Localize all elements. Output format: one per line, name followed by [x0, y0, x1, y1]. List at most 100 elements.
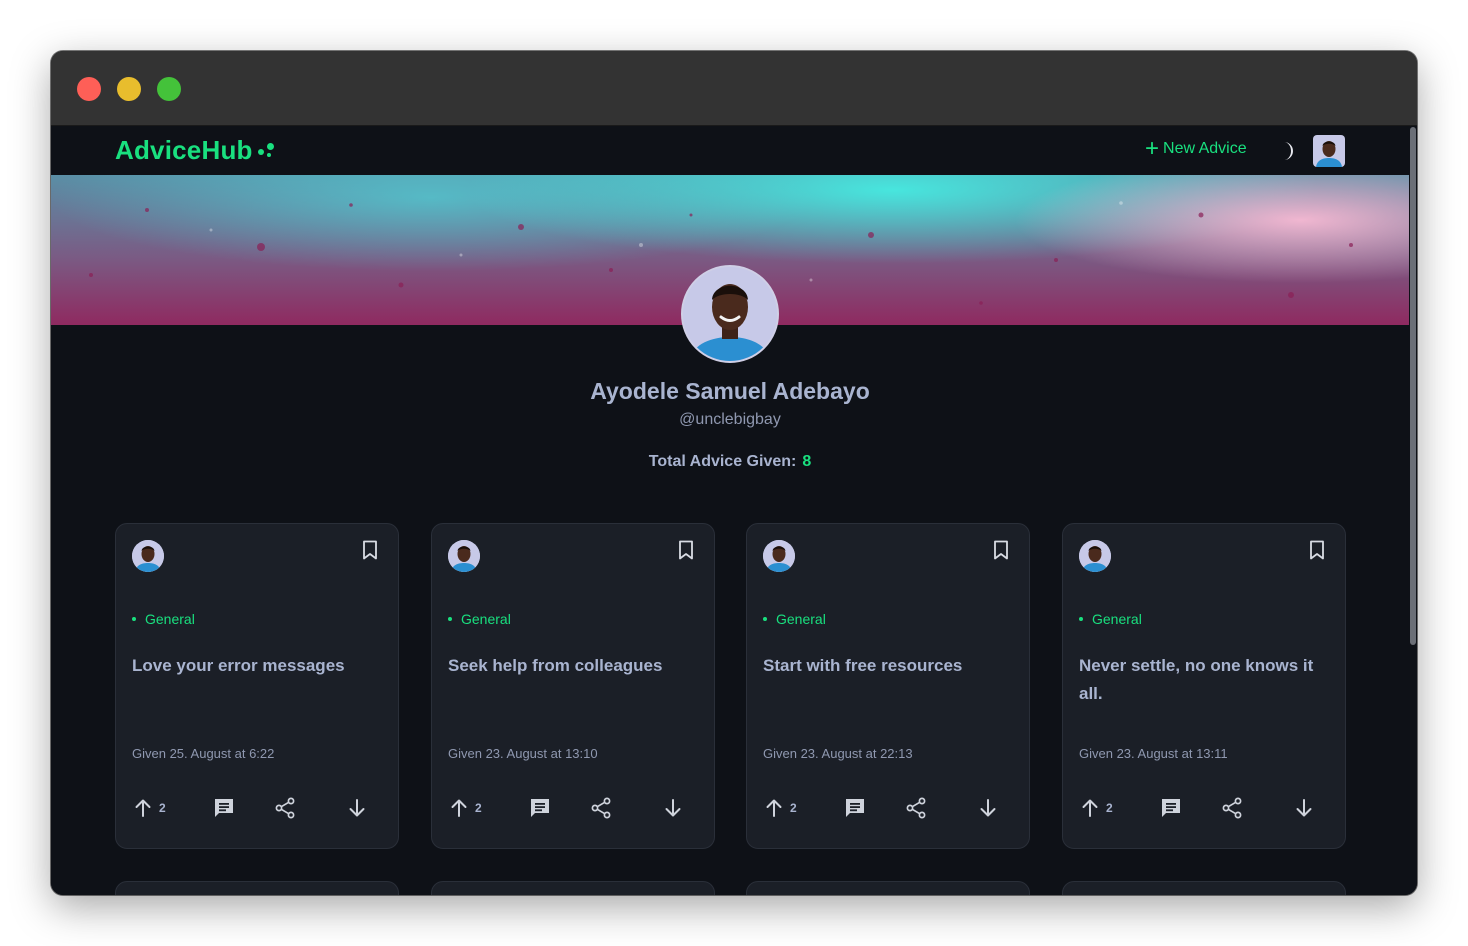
upvote-button[interactable]: 2	[450, 796, 482, 820]
moon-icon[interactable]	[1277, 141, 1297, 161]
minimize-window-button[interactable]	[117, 77, 141, 101]
share-icon	[275, 797, 295, 819]
upvote-count: 2	[159, 801, 166, 815]
profile-handle: @unclebigbay	[679, 411, 781, 428]
advice-card-partial[interactable]	[746, 881, 1030, 895]
card-tag[interactable]: General	[763, 611, 826, 627]
downvote-button[interactable]	[979, 796, 997, 820]
upvote-button[interactable]: 2	[765, 796, 797, 820]
close-window-button[interactable]	[77, 77, 101, 101]
advice-card-partial[interactable]	[115, 881, 399, 895]
share-button[interactable]	[1221, 796, 1243, 820]
scrollbar-thumb[interactable]	[1410, 127, 1416, 645]
total-advice-label: Total Advice Given:	[648, 453, 797, 470]
profile-name: Ayodele Samuel Adebayo	[590, 378, 870, 404]
comment-button[interactable]	[843, 796, 867, 820]
arrow-up-icon	[451, 799, 467, 817]
advice-card-partial[interactable]	[1062, 881, 1346, 895]
user-avatar-icon	[763, 540, 795, 572]
card-tag[interactable]: General	[448, 611, 511, 627]
bookmark-icon[interactable]	[678, 540, 694, 560]
advice-card[interactable]: General Never settle, no one knows it al…	[1062, 523, 1346, 849]
card-author-avatar[interactable]	[132, 540, 164, 572]
plus-icon: +	[1145, 135, 1160, 162]
tag-dot-icon	[1079, 617, 1083, 621]
app-logo[interactable]: AdviceHub	[115, 135, 276, 166]
app-logo-text: AdviceHub	[115, 135, 253, 165]
user-avatar-icon	[132, 540, 164, 572]
card-title[interactable]: Love your error messages	[132, 652, 384, 680]
bookmark-icon[interactable]	[362, 540, 378, 560]
card-author-avatar[interactable]	[448, 540, 480, 572]
card-author-avatar[interactable]	[763, 540, 795, 572]
card-actions: 2	[116, 796, 398, 824]
advice-card-partial[interactable]	[431, 881, 715, 895]
comment-icon	[215, 799, 233, 817]
card-tag[interactable]: General	[132, 611, 195, 627]
new-advice-label: New Advice	[1163, 140, 1247, 157]
nav-user-avatar[interactable]	[1313, 135, 1345, 167]
share-button[interactable]	[274, 796, 296, 820]
comment-button[interactable]	[528, 796, 552, 820]
card-title[interactable]: Never settle, no one knows it all.	[1079, 652, 1331, 708]
total-advice-count: 8	[802, 453, 812, 470]
arrow-down-icon	[665, 799, 681, 817]
upvote-button[interactable]: 2	[134, 796, 166, 820]
upvote-button[interactable]: 2	[1081, 796, 1113, 820]
page-scrollbar[interactable]	[1409, 127, 1417, 895]
bookmark-icon[interactable]	[993, 540, 1009, 560]
upvote-count: 2	[1106, 801, 1113, 815]
share-button[interactable]	[905, 796, 927, 820]
top-navbar: AdviceHub + New Advice	[51, 127, 1409, 175]
advice-card[interactable]: General Start with free resources Given …	[746, 523, 1030, 849]
advice-card[interactable]: General Seek help from colleagues Given …	[431, 523, 715, 849]
card-author-avatar[interactable]	[1079, 540, 1111, 572]
card-title[interactable]: Start with free resources	[763, 652, 1015, 680]
upvote-count: 2	[790, 801, 797, 815]
page-content: AdviceHub + New Advice Ayodele Samuel Ad…	[51, 127, 1409, 895]
arrow-down-icon	[980, 799, 996, 817]
card-given-date: Given 25. August at 6:22	[132, 746, 275, 761]
comment-icon	[531, 799, 549, 817]
maximize-window-button[interactable]	[157, 77, 181, 101]
user-avatar-icon	[1313, 135, 1345, 167]
browser-window: AdviceHub + New Advice Ayodele Samuel Ad…	[51, 51, 1417, 895]
logo-dots-icon	[256, 141, 276, 161]
user-avatar-icon	[448, 540, 480, 572]
upvote-count: 2	[475, 801, 482, 815]
share-icon	[591, 797, 611, 819]
arrow-down-icon	[349, 799, 365, 817]
comment-icon	[846, 799, 864, 817]
share-icon	[906, 797, 926, 819]
card-title[interactable]: Seek help from colleagues	[448, 652, 700, 680]
tag-dot-icon	[132, 617, 136, 621]
card-tag-label: General	[776, 611, 826, 627]
card-tag-label: General	[145, 611, 195, 627]
arrow-up-icon	[1082, 799, 1098, 817]
card-given-date: Given 23. August at 22:13	[763, 746, 913, 761]
card-given-date: Given 23. August at 13:11	[1079, 746, 1228, 761]
arrow-up-icon	[135, 799, 151, 817]
tag-dot-icon	[448, 617, 452, 621]
share-button[interactable]	[590, 796, 612, 820]
card-actions: 2	[1063, 796, 1345, 824]
user-avatar-icon	[1079, 540, 1111, 572]
bookmark-icon[interactable]	[1309, 540, 1325, 560]
card-actions: 2	[432, 796, 714, 824]
comment-button[interactable]	[1159, 796, 1183, 820]
new-advice-button[interactable]: + New Advice	[1145, 135, 1247, 162]
downvote-button[interactable]	[1295, 796, 1313, 820]
arrow-down-icon	[1296, 799, 1312, 817]
advice-card[interactable]: General Love your error messages Given 2…	[115, 523, 399, 849]
tag-dot-icon	[763, 617, 767, 621]
arrow-up-icon	[766, 799, 782, 817]
total-advice-given: Total Advice Given: 8	[51, 453, 1409, 471]
card-tag-label: General	[1092, 611, 1142, 627]
downvote-button[interactable]	[348, 796, 366, 820]
card-tag-label: General	[461, 611, 511, 627]
comment-icon	[1162, 799, 1180, 817]
downvote-button[interactable]	[664, 796, 682, 820]
card-tag[interactable]: General	[1079, 611, 1142, 627]
comment-button[interactable]	[212, 796, 236, 820]
window-titlebar	[51, 51, 1417, 126]
